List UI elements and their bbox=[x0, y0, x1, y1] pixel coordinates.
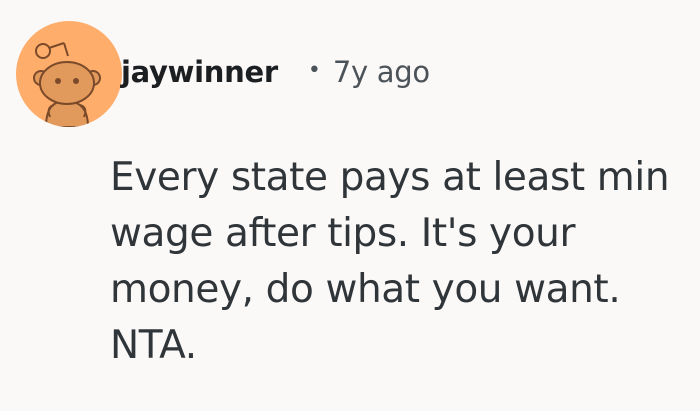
timestamp[interactable]: 7y ago bbox=[333, 55, 430, 89]
username-link[interactable]: jaywinner bbox=[121, 55, 278, 89]
avatar[interactable] bbox=[16, 21, 122, 127]
comment-body: Every state pays at least min wage after… bbox=[110, 155, 670, 368]
reddit-snoo-avatar-icon bbox=[33, 42, 101, 127]
meta-separator: • bbox=[307, 57, 321, 83]
comment: jaywinner • 7y ago Every state pays at l… bbox=[0, 0, 700, 411]
comment-meta: jaywinner • 7y ago bbox=[121, 52, 430, 92]
